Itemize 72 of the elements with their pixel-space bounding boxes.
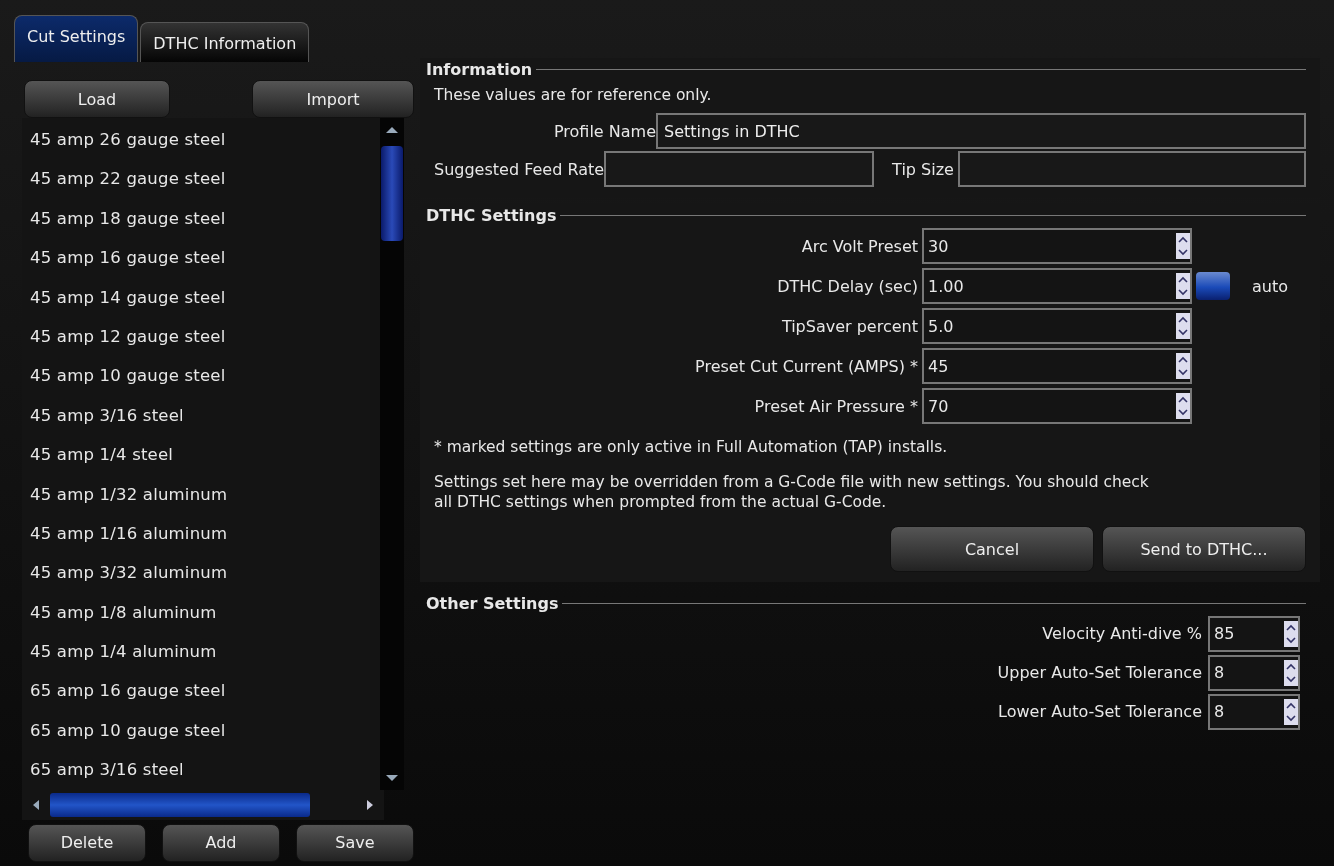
field-label: Arc Volt Preset [800,236,918,256]
scroll-right-icon[interactable] [366,798,374,811]
profile-item[interactable]: 45 amp 1/8 aluminum [22,592,380,633]
tip-size-field[interactable] [957,151,1306,187]
feed-rate-field[interactable] [604,151,875,187]
spin-field[interactable]: 1.00 [922,268,1192,304]
toolbar-button[interactable]: Load [24,80,170,118]
tab[interactable]: Cut Settings [14,15,139,62]
spinner-arrows-icon[interactable] [1284,620,1298,647]
scroll-up-icon[interactable] [385,126,399,134]
profile-item[interactable]: 65 amp 16 gauge steel [22,671,380,711]
field-label: Tip Size [892,159,954,179]
profile-item[interactable]: 45 amp 18 gauge steel [22,198,380,239]
note-text: These values are for reference only. [434,86,713,104]
profile-item[interactable]: 45 amp 1/4 steel [22,435,380,475]
field-label: Preset Cut Current (AMPS) * [694,356,918,376]
scroll-left-icon[interactable] [32,798,40,811]
spin-field[interactable]: 5.0 [922,308,1192,344]
profile-item[interactable]: 65 amp 3/16 steel [22,750,380,790]
toggle-switch[interactable] [1196,272,1230,300]
spinner-arrows-icon[interactable] [1176,233,1190,259]
scrollbar-thumb[interactable] [50,792,310,817]
profile-item[interactable]: 45 amp 10 gauge steel [22,356,380,396]
vertical-scrollbar[interactable] [380,118,404,790]
spinner-arrows-icon[interactable] [1176,353,1190,379]
tab[interactable]: DTHC Information [140,22,310,62]
spin-field[interactable]: 8 [1208,693,1300,730]
scrollbar-thumb[interactable] [381,146,403,241]
action-button[interactable]: Save [296,823,414,862]
profile-item[interactable]: 45 amp 3/16 steel [22,395,380,436]
spin-field[interactable]: 45 [922,348,1192,384]
profile-item[interactable]: 45 amp 12 gauge steel [22,316,380,357]
spinner-arrows-icon[interactable] [1176,393,1190,419]
spin-field[interactable]: 85 [1208,615,1300,652]
profile-item[interactable]: 65 amp 10 gauge steel [22,710,380,751]
profile-item[interactable]: 45 amp 1/16 aluminum [22,513,380,554]
field-label: Lower Auto-Set Tolerance [997,702,1202,721]
profile-item[interactable]: 45 amp 16 gauge steel [22,238,380,278]
profile-item[interactable]: 45 amp 14 gauge steel [22,277,380,317]
field-label: Upper Auto-Set Tolerance [996,663,1202,682]
footnote-text: * marked settings are only active in Full Automation (TAP) installs. [434,438,949,456]
field-label: Velocity Anti-dive % [1041,624,1202,643]
dialog-button[interactable]: Cancel [890,526,1094,572]
field-label: Preset Air Pressure * [753,396,918,416]
spin-field[interactable]: 8 [1208,654,1300,691]
profile-name-field[interactable]: Settings in DTHC [656,113,1306,149]
profile-item[interactable]: 45 amp 1/4 aluminum [22,632,380,672]
field-label: Suggested Feed Rate [434,159,605,179]
section-title: Other Settings [426,593,559,613]
toggle-label: auto [1252,276,1288,296]
spinner-arrows-icon[interactable] [1176,313,1190,339]
section-title: Information [426,59,533,79]
field-label: DTHC Delay (sec) [776,276,918,296]
profile-item[interactable]: 45 amp 26 gauge steel [22,120,380,160]
scroll-down-icon[interactable] [385,773,399,782]
profile-item[interactable]: 45 amp 3/32 aluminum [22,553,380,593]
profile-item[interactable]: 45 amp 1/32 aluminum [22,474,380,514]
field-label: TipSaver percent [780,316,918,336]
warning-text: Settings set here may be overridden from a G-Code file with new settings. You should check all DTHC settings when prompted from the actual G-Code. [434,472,1150,512]
action-button[interactable]: Add [162,823,280,862]
dialog-button[interactable]: Send to DTHC... [1102,526,1306,572]
spinner-arrows-icon[interactable] [1284,698,1298,725]
toolbar-button[interactable]: Import [252,80,414,118]
section-title: DTHC Settings [426,205,557,225]
spin-field[interactable]: 30 [922,228,1192,264]
field-label: Profile Name [552,121,656,141]
profile-item[interactable]: 45 amp 22 gauge steel [22,159,380,199]
spinner-arrows-icon[interactable] [1284,659,1298,686]
spinner-arrows-icon[interactable] [1176,273,1190,299]
action-button[interactable]: Delete [28,823,146,862]
spin-field[interactable]: 70 [922,388,1192,424]
horizontal-scrollbar[interactable] [22,789,384,820]
